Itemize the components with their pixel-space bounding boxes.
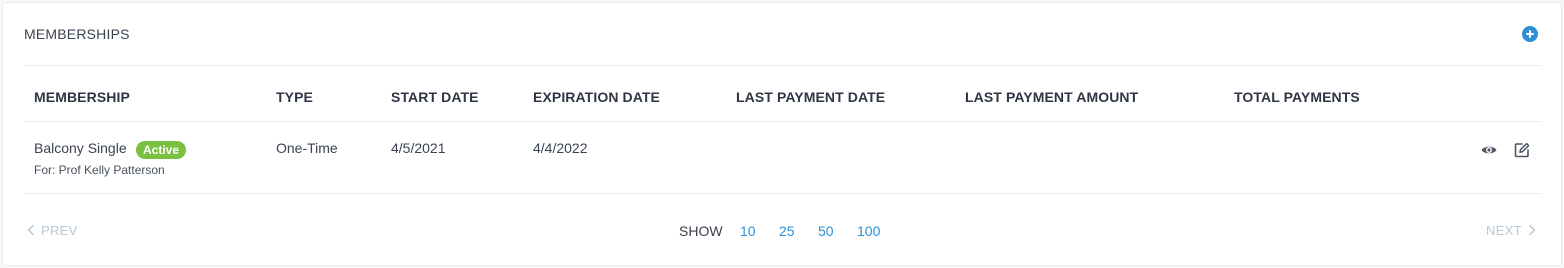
add-membership-plus-circle-icon[interactable] [1522,26,1538,42]
header-divider [24,65,1542,66]
section-title: MEMBERSHIPS [24,26,130,42]
start-date: 4/5/2021 [391,140,446,156]
page-size-100[interactable]: 100 [857,223,880,239]
column-last-payment-amount: LAST PAYMENT AMOUNT [965,89,1139,105]
status-badge: Active [136,141,187,159]
prev-label: PREV [41,223,78,238]
eye-icon [1481,146,1497,154]
prev-button[interactable]: PREV [27,223,78,238]
chevron-right-icon [1528,224,1536,236]
column-last-payment-date: LAST PAYMENT DATE [736,89,886,105]
card-header: MEMBERSHIPS [3,3,1561,65]
page-size-10[interactable]: 10 [740,223,756,239]
chevron-left-icon [27,224,34,236]
membership-name: Balcony Single [34,140,127,156]
page-size-50[interactable]: 50 [818,223,834,239]
expiration-date: 4/4/2022 [533,140,588,156]
edit-icon-button[interactable] [1513,141,1531,159]
column-membership: MEMBERSHIP [34,89,130,105]
column-start-date: START DATE [391,89,479,105]
membership-member: For: Prof Kelly Patterson [34,163,165,177]
column-type: TYPE [276,89,313,105]
page-size-25[interactable]: 25 [779,223,795,239]
view-eye-icon[interactable] [1480,141,1498,159]
edit-icon [1514,142,1530,158]
show-label: SHOW [679,223,723,239]
next-button[interactable]: NEXT [1486,223,1536,238]
row-divider [24,121,1542,122]
memberships-card: MEMBERSHIPS MEMBERSHIP TYPE START DATE E… [2,2,1562,266]
column-expiration-date: EXPIRATION DATE [533,89,660,105]
column-total-payments: TOTAL PAYMENTS [1234,89,1360,105]
membership-type: One-Time [276,140,338,156]
next-label: NEXT [1486,223,1522,238]
footer-divider [24,193,1542,194]
